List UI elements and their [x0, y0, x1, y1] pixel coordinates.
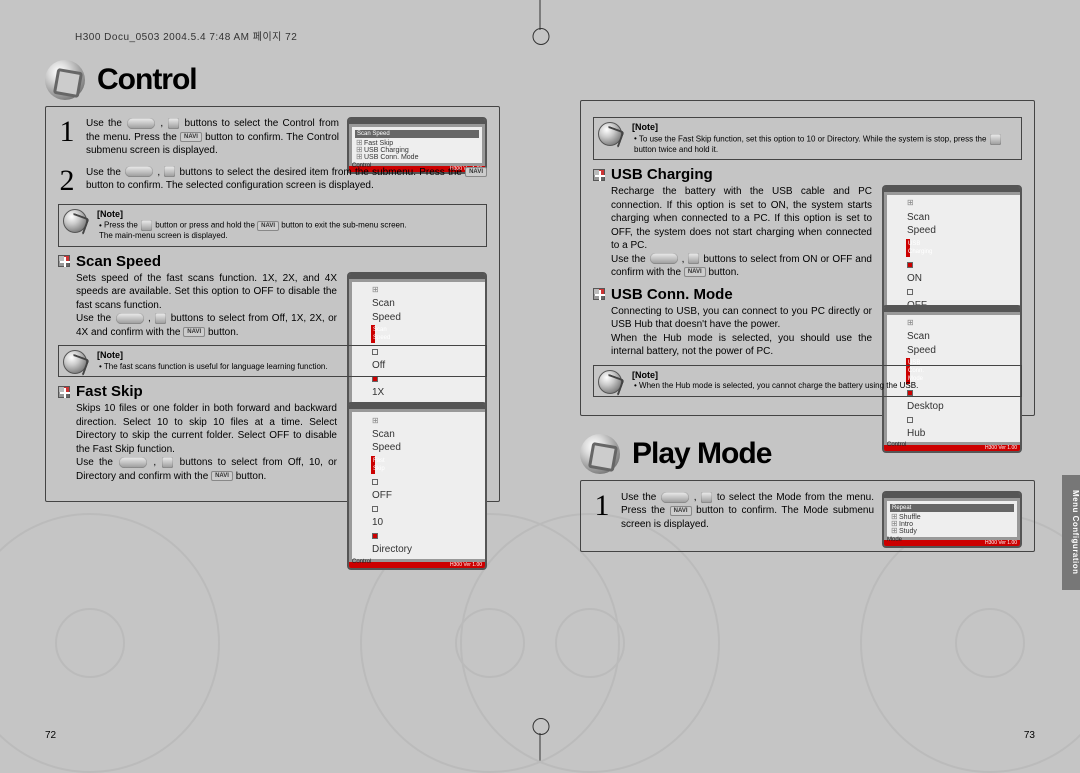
navi-button-icon: NAVI — [684, 267, 706, 277]
page-right: [Note] To use the Fast Skip function, se… — [540, 0, 1080, 763]
nav-oval-icon — [116, 313, 144, 324]
chapter-tab: Menu Configuration — [1062, 475, 1080, 590]
navi-button-icon: NAVI — [211, 471, 233, 481]
nav-sq-icon — [164, 166, 175, 177]
nav-oval-icon — [125, 166, 153, 177]
note-box: [Note] To use the Fast Skip function, se… — [593, 117, 1022, 160]
section-icon — [45, 60, 85, 100]
nav-oval-icon — [650, 253, 678, 264]
nav-oval-icon — [119, 457, 147, 468]
note-box: [Note] The fast scans function is useful… — [58, 345, 487, 377]
nav-sq-icon — [701, 492, 712, 503]
step-number: 2 — [58, 166, 76, 196]
note-box: [Note] Press the button or press and hol… — [58, 204, 487, 247]
device-screenshot-fastskip: ⊞Scan Speed Fast Skip OFF 10 Directory C… — [347, 402, 487, 570]
stop-icon — [141, 220, 152, 231]
step-number: 1 — [593, 491, 611, 532]
control-frame: 1 Use the , buttons to select the Contro… — [45, 106, 500, 502]
note-icon — [598, 122, 622, 146]
plus-icon — [593, 169, 605, 181]
nav-oval-icon — [661, 492, 689, 503]
step-body: Use the , buttons to select the desired … — [86, 166, 487, 196]
nav-sq-icon — [990, 134, 1001, 145]
note-icon — [63, 350, 87, 374]
navi-button-icon: NAVI — [670, 506, 692, 516]
nav-sq-icon — [688, 253, 699, 264]
note-box: [Note] When the Hub mode is selected, yo… — [593, 365, 1022, 397]
device-screenshot-mode: Repeat ⊞Shuffle ⊞Intro ⊞Study Mode H300 … — [882, 491, 1022, 548]
step-number: 1 — [58, 117, 76, 158]
nav-sq-icon — [155, 313, 166, 324]
plus-icon — [58, 386, 70, 398]
navi-button-icon: NAVI — [465, 167, 487, 177]
subhead-scan-speed: Scan Speed — [58, 253, 487, 270]
navi-button-icon: NAVI — [257, 221, 279, 231]
page-number: 73 — [1024, 730, 1035, 741]
subhead-usb-charging: USB Charging — [593, 166, 1022, 183]
nav-sq-icon — [162, 457, 173, 468]
playmode-frame: 1 Use the , to select the Mode from the … — [580, 480, 1035, 553]
page-number: 72 — [45, 730, 56, 741]
nav-sq-icon — [168, 118, 179, 129]
note-icon — [63, 209, 87, 233]
page-left: Control 1 Use the , buttons to select th… — [0, 0, 540, 763]
section-icon — [580, 434, 620, 474]
control-frame-continued: [Note] To use the Fast Skip function, se… — [580, 100, 1035, 416]
section-title-control: Control — [97, 63, 197, 97]
plus-icon — [58, 255, 70, 267]
navi-button-icon: NAVI — [180, 132, 202, 142]
nav-oval-icon — [127, 118, 155, 129]
note-icon — [598, 370, 622, 394]
navi-button-icon: NAVI — [183, 327, 205, 337]
plus-icon — [593, 288, 605, 300]
section-title-playmode: Play Mode — [632, 437, 771, 471]
